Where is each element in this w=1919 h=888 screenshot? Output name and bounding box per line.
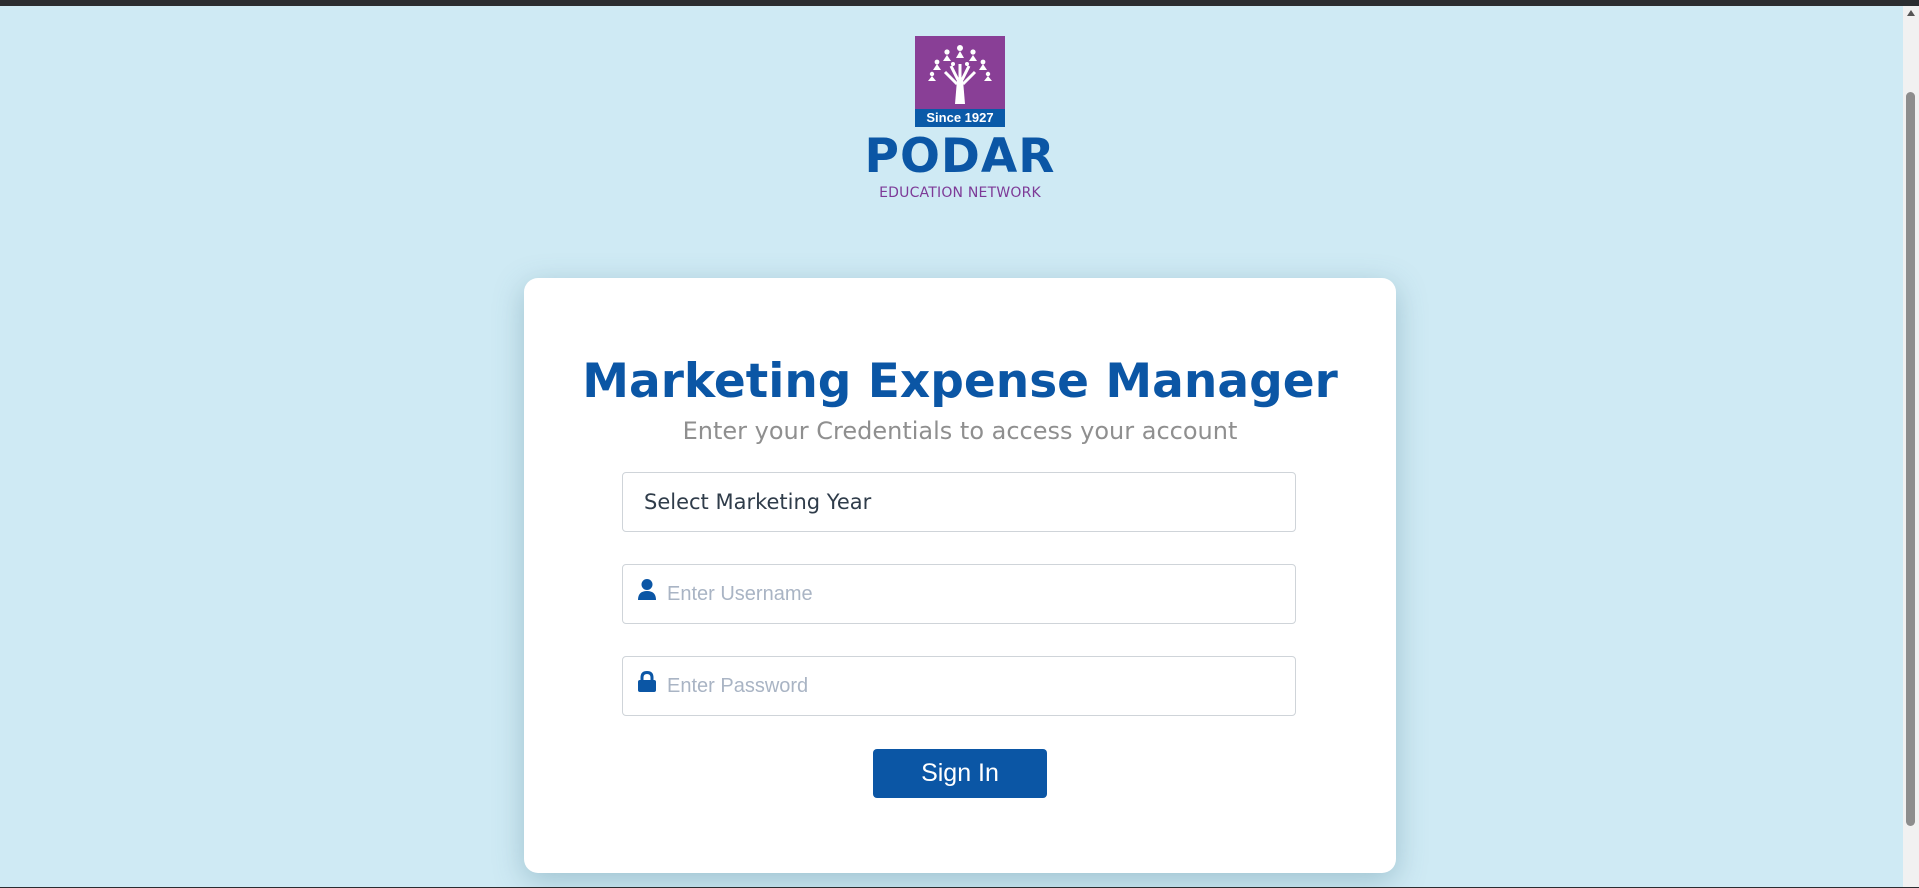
scroll-up-arrow-icon[interactable]	[1907, 10, 1915, 16]
username-field[interactable]	[622, 564, 1296, 624]
password-input[interactable]	[667, 657, 1277, 715]
podar-logo: Since 1927 PODAR EDUCATION NETWORK	[852, 36, 1068, 204]
lock-icon	[636, 670, 658, 694]
scrollbar-thumb[interactable]	[1906, 92, 1915, 826]
logo-wordmark: PODAR	[864, 129, 1056, 184]
page-title: Marketing Expense Manager	[582, 354, 1338, 409]
sign-in-button[interactable]: Sign In	[873, 749, 1047, 798]
login-card: Marketing Expense Manager Enter your Cre…	[524, 278, 1396, 873]
user-icon	[636, 578, 658, 602]
page-subtitle: Enter your Credentials to access your ac…	[682, 417, 1238, 445]
tree-emblem-icon	[928, 45, 992, 104]
marketing-year-select[interactable]: Select Marketing Year	[622, 472, 1296, 532]
logo-tagline: EDUCATION NETWORK	[879, 185, 1041, 201]
page-viewport: Since 1927 PODAR EDUCATION NETWORK Marke…	[0, 6, 1903, 887]
vertical-scrollbar[interactable]	[1903, 6, 1919, 887]
password-field[interactable]	[622, 656, 1296, 716]
logo-since-label: Since 1927	[915, 109, 1005, 127]
marketing-year-select-value: Select Marketing Year	[644, 490, 872, 514]
username-input[interactable]	[667, 565, 1277, 623]
